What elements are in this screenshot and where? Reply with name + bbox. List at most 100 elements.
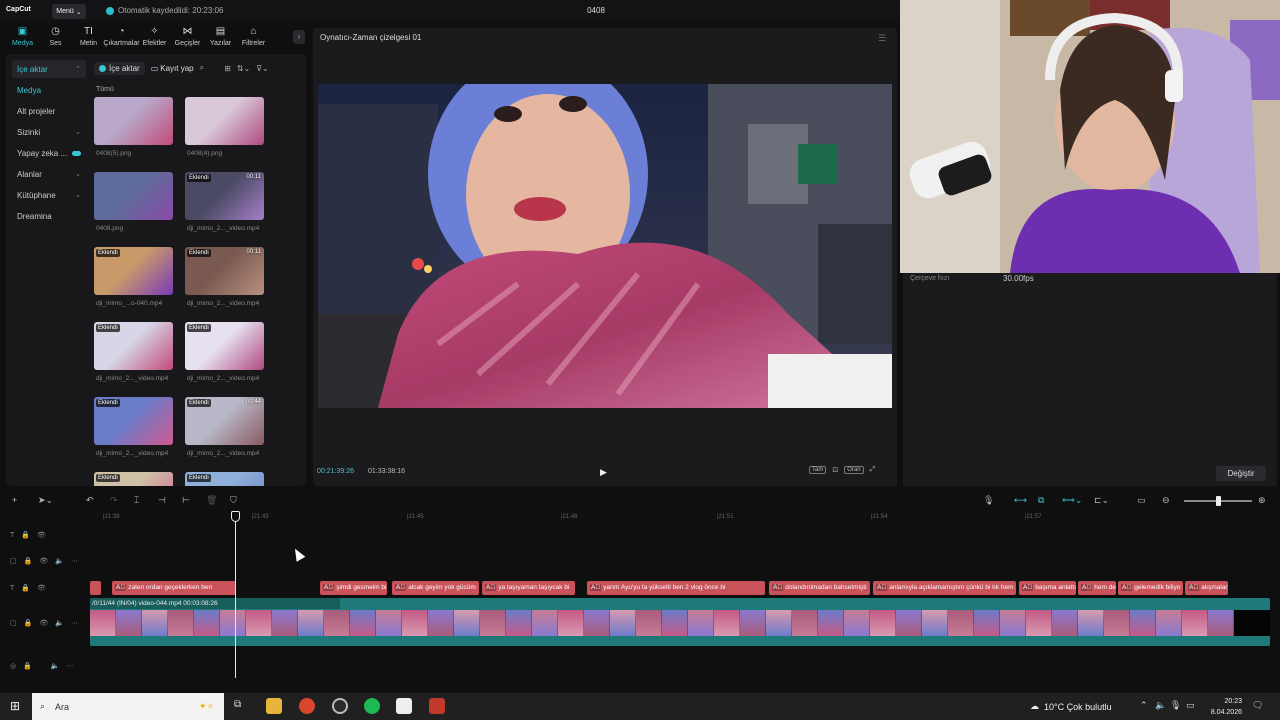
tab-stickers[interactable]: ◔ Çıkartmalar [103, 26, 139, 50]
tab-filters[interactable]: ⌂ Filtreler [237, 26, 270, 50]
undo-icon[interactable]: ↶ [86, 495, 94, 506]
volume-icon[interactable]: 🔈 [51, 662, 60, 670]
obs-icon[interactable] [332, 698, 348, 714]
full-quality-button[interactable]: Tam [809, 466, 827, 474]
caption-clip[interactable]: A⃞ şimdi gesmeim bi [320, 581, 387, 595]
change-button[interactable]: Değiştir [1216, 466, 1266, 481]
zoom-out-icon[interactable]: ⊖ [1162, 495, 1170, 506]
caption-clip[interactable]: A⃞ başıma anlattı [1019, 581, 1076, 595]
media-thumbnail[interactable]: Eklendi [94, 322, 173, 370]
trim-left-icon[interactable]: ⊣ [158, 495, 166, 506]
nav-ai[interactable]: Yapay zeka ... [12, 144, 86, 162]
nav-yours[interactable]: Sizinki ⌄ [12, 123, 86, 141]
file-explorer-icon[interactable] [266, 698, 282, 714]
caption-clip[interactable]: A⃞ ya taşıyaman taşıycak bi [482, 581, 575, 595]
notification-icon[interactable]: 🗨 [1252, 700, 1263, 711]
zoom-slider-handle[interactable] [1216, 496, 1221, 506]
taskbar-search[interactable]: ⌕ Ara ✦✧ [32, 693, 224, 720]
nav-subprojects[interactable]: Alt projeler [12, 102, 86, 120]
volume-icon[interactable]: 🔈 [55, 557, 64, 565]
nav-import[interactable]: İçe aktar ⌃ [12, 60, 86, 78]
fullscreen-icon[interactable]: ⤢ [870, 466, 876, 474]
media-thumbnail[interactable]: Eklendi [185, 322, 264, 370]
speaker-icon[interactable]: 🔈 [1155, 700, 1166, 711]
media-thumbnail[interactable] [94, 172, 173, 220]
search-icon[interactable]: ⌕ [200, 63, 204, 73]
add-track-icon[interactable]: + [12, 495, 17, 505]
capcut-taskbar-icon[interactable] [396, 698, 412, 714]
grid-view-icon[interactable]: ⊞ [224, 64, 231, 73]
more-icon[interactable]: ⋯ [71, 557, 78, 565]
tab-captions[interactable]: ▤ Yazılar [204, 26, 237, 50]
volume-icon[interactable]: 🔈 [55, 619, 64, 627]
caption-clip[interactable]: A⃞ gelemedik biliyo [1118, 581, 1183, 595]
lock-icon[interactable]: 🔒 [21, 531, 30, 539]
media-thumbnail[interactable]: Eklendi 00:11 [185, 172, 264, 220]
more-icon[interactable]: ⋯ [71, 619, 78, 627]
main-video-clip[interactable]: /0/11/44 (IN/04) video-044.mp4 00:03:08:… [90, 598, 1270, 646]
nav-dreamina[interactable]: Dreamina [12, 207, 86, 225]
caption-clip[interactable]: A⃞ yarım Ayu'yu ta yükselti ben 2 vlog ön… [587, 581, 765, 595]
media-thumbnail[interactable]: Eklendi [94, 397, 173, 445]
media-thumbnail[interactable]: Eklendi 00:11 [185, 247, 264, 295]
select-tool-icon[interactable]: ➤⌄ [38, 495, 53, 506]
tab-text[interactable]: TI Metin [72, 26, 105, 50]
tabs-scroll-right-button[interactable]: › [293, 30, 305, 44]
task-view-icon[interactable]: ⧉ [234, 699, 241, 710]
lock-icon[interactable]: 🔒 [24, 619, 33, 627]
magnet-icon[interactable]: ⧉ [1038, 495, 1044, 506]
weather-widget[interactable]: ☁ 10°C Çok bulutlu [1030, 701, 1112, 712]
winrar-icon[interactable] [429, 698, 445, 714]
hamburger-menu-icon[interactable]: ☰ [878, 33, 886, 44]
preview-axis-icon[interactable]: ⊏⌄ [1094, 495, 1109, 506]
caption-clip[interactable] [90, 581, 101, 595]
import-button[interactable]: İçe aktar [94, 61, 145, 75]
split-icon[interactable]: ⌶ [134, 495, 139, 506]
nav-library[interactable]: Kütüphane ⌄ [12, 186, 86, 204]
sort-icon[interactable]: ⇅⌄ [237, 64, 250, 73]
spotify-icon[interactable] [364, 698, 380, 714]
filter-icon[interactable]: ⊽⌄ [256, 64, 269, 73]
caption-clip[interactable]: A⃞ dolandırılmadan bahsetmişti [769, 581, 870, 595]
media-thumbnail[interactable]: Eklendi [94, 247, 173, 295]
playhead-handle[interactable] [231, 511, 240, 522]
more-icon[interactable]: ⋯ [67, 662, 74, 670]
media-thumbnail[interactable] [94, 97, 173, 145]
caption-clip[interactable]: A⃞ hem de [1078, 581, 1116, 595]
caption-clip[interactable]: A⃞ alışmalar [1185, 581, 1228, 595]
playhead[interactable] [235, 512, 236, 678]
lock-icon[interactable]: 🔒 [23, 662, 32, 670]
chrome-icon[interactable] [299, 698, 315, 714]
nav-spaces[interactable]: Alanlar ⌄ [12, 165, 86, 183]
eye-icon[interactable]: 👁 [37, 531, 46, 539]
caption-icon[interactable]: ▭ [1137, 495, 1146, 506]
media-thumbnail[interactable]: Eklendi [94, 472, 173, 486]
eye-icon[interactable]: 👁 [39, 557, 48, 565]
windows-start-icon[interactable]: ⊞ [10, 699, 20, 713]
microphone-icon[interactable]: 🎙 [1170, 700, 1181, 711]
media-thumbnail[interactable]: Eklendi [185, 472, 264, 486]
microphone-icon[interactable]: 🎙 [983, 495, 994, 506]
zoom-in-icon[interactable]: ⊕ [1258, 495, 1266, 506]
screenshot-icon[interactable]: ⊡ [832, 466, 838, 474]
display-icon[interactable]: ▭ [1186, 700, 1195, 711]
ratio-button[interactable]: Oran [844, 466, 864, 474]
chevron-up-icon[interactable]: ⌃ [1140, 700, 1148, 711]
redo-icon[interactable]: ↷ [110, 495, 118, 506]
trim-right-icon[interactable]: ⊢ [182, 495, 190, 506]
caption-clip[interactable]: A⃞ anlamıyla açıklamamıştım çünkü bi tık … [873, 581, 1016, 595]
snap-icon[interactable]: ⟺⌄ [1062, 495, 1082, 506]
eye-icon[interactable]: 👁 [39, 619, 48, 627]
tab-transitions[interactable]: ⋈ Geçişler [171, 26, 204, 50]
lock-icon[interactable]: 🔒 [24, 557, 33, 565]
link-clips-icon[interactable]: ⟷ [1014, 495, 1027, 506]
taskbar-clock[interactable]: 20:23 8.04.2026 [1198, 696, 1242, 718]
media-thumbnail[interactable]: Eklendi 00:44 [185, 397, 264, 445]
delete-icon[interactable]: 🗑 [206, 495, 217, 506]
tab-audio[interactable]: ◷ Ses [39, 26, 72, 50]
tab-media[interactable]: ▣ Medya [6, 26, 39, 50]
caption-clip[interactable]: A⃞ alcak geyim yok gücüm [392, 581, 479, 595]
video-preview[interactable] [318, 84, 892, 408]
record-button[interactable]: ▭ Kayıt yap [151, 64, 194, 73]
marker-icon[interactable]: ⛉ [230, 495, 237, 506]
